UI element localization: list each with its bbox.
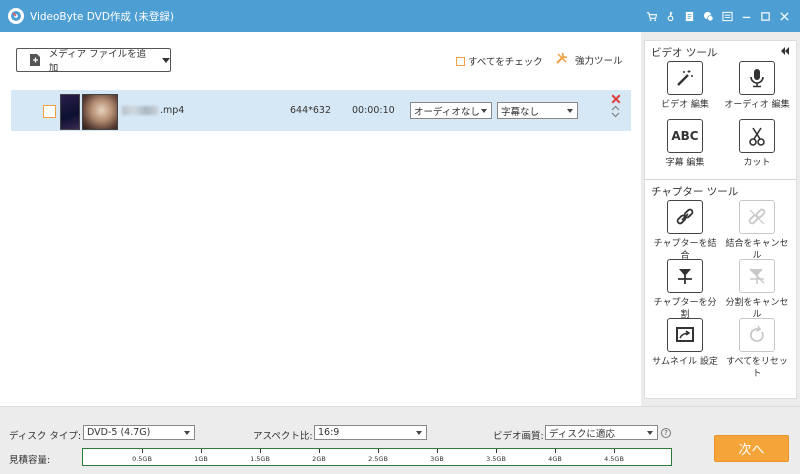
reset-all-tool[interactable]: すべてをリセット xyxy=(721,318,793,380)
help-icon[interactable]: ? xyxy=(661,428,671,438)
add-file-icon xyxy=(29,53,43,67)
chapter-tools-title: チャプター ツール xyxy=(651,186,739,198)
chevron-down-icon xyxy=(481,109,487,113)
minimize-icon[interactable] xyxy=(737,0,756,32)
split-icon[interactable] xyxy=(667,259,703,293)
file-name: .mp4 xyxy=(122,105,184,116)
video-quality-label: ビデオ画質: xyxy=(493,431,544,442)
capacity-tick: 3.5GB xyxy=(486,455,506,463)
next-button[interactable]: 次へ xyxy=(714,435,789,462)
menu-icon[interactable] xyxy=(718,0,737,32)
video-preview-thumbnail[interactable] xyxy=(82,94,118,130)
reset-icon[interactable] xyxy=(739,318,775,352)
scissors-icon[interactable] xyxy=(739,119,775,153)
cancel-merge-tool[interactable]: 結合をキャンセル xyxy=(721,200,793,262)
capacity-tick: 3GB xyxy=(430,455,444,463)
tool-label: カット xyxy=(743,158,771,168)
tool-label: オーディオ 編集 xyxy=(724,100,790,110)
abc-icon[interactable]: ABC xyxy=(667,119,703,153)
capacity-tick: 1GB xyxy=(194,455,208,463)
capacity-tick: 4.5GB xyxy=(604,455,624,463)
move-up-icon[interactable] xyxy=(611,105,620,111)
disc-type-select[interactable]: DVD-5 (4.7G) xyxy=(83,425,195,440)
aspect-ratio-label: アスペクト比: xyxy=(253,431,313,442)
redacted-filename xyxy=(122,106,158,115)
video-edit-tool[interactable]: ビデオ 編集 xyxy=(649,61,721,111)
tools-icon xyxy=(555,51,569,68)
link-icon[interactable] xyxy=(667,200,703,234)
chevron-down-icon xyxy=(184,431,190,435)
cancel-split-tool[interactable]: 分割をキャンセル xyxy=(721,259,793,321)
tool-label: ビデオ 編集 xyxy=(661,100,709,110)
tool-label: 字幕 編集 xyxy=(665,158,705,168)
thumbnail-setting-tool[interactable]: サムネイル 設定 xyxy=(649,318,721,368)
check-all-label[interactable]: すべてをチェック xyxy=(468,54,543,68)
title-bar: VideoByte DVD作成 (未登録) xyxy=(0,0,800,32)
cut-tool[interactable]: カット xyxy=(721,119,793,169)
check-all[interactable]: すべてをチェック xyxy=(456,54,543,68)
chevron-down-icon[interactable] xyxy=(162,57,170,63)
subtitle-select[interactable]: 字幕なし xyxy=(497,102,578,119)
audio-track-select[interactable]: オーディオなし xyxy=(410,102,492,119)
magic-wand-icon[interactable] xyxy=(667,61,703,95)
power-tools-button[interactable]: 強力ツール xyxy=(555,51,623,68)
power-tools-label[interactable]: 強力ツール xyxy=(575,53,623,67)
output-settings-bar: ディスク タイプ: DVD-5 (4.7G) アスペクト比: 16:9 ビデオ画… xyxy=(0,406,800,474)
chevron-down-icon xyxy=(647,431,653,435)
file-duration: 00:00:10 xyxy=(352,105,395,116)
app-logo-icon xyxy=(8,8,24,24)
tools-panel: ビデオ ツール ビデオ 編集 オーディオ 編集 ABC 字幕 編集 カット チャ… xyxy=(644,40,797,399)
add-media-button[interactable]: メディア ファイルを追加 xyxy=(16,48,171,74)
capacity-tick: 2GB xyxy=(312,455,326,463)
capacity-tick: 0.5GB xyxy=(132,455,152,463)
video-thumbnail xyxy=(60,94,80,130)
tool-label: すべてをリセット xyxy=(726,357,788,379)
disc-type-label: ディスク タイプ: xyxy=(9,431,82,442)
table-row[interactable]: .mp4 644*632 00:00:10 オーディオなし 字幕なし xyxy=(11,90,631,131)
subtitle-edit-tool[interactable]: ABC 字幕 編集 xyxy=(649,119,721,169)
split-chapter-tool[interactable]: チャプターを分割 xyxy=(649,259,721,321)
feedback-icon[interactable] xyxy=(699,0,718,32)
thumbnail-icon[interactable] xyxy=(667,318,703,352)
move-down-icon[interactable] xyxy=(611,112,620,118)
collapse-panel-icon[interactable] xyxy=(780,47,790,55)
window-title: VideoByte DVD作成 (未登録) xyxy=(30,10,174,23)
capacity-tick: 4GB xyxy=(548,455,562,463)
capacity-tick: 2.5GB xyxy=(368,455,388,463)
media-list-panel: メディア ファイルを追加 すべてをチェック 強力ツール .mp4 644*632… xyxy=(0,32,641,406)
video-quality-select[interactable]: ディスクに適応 xyxy=(545,425,658,440)
register-icon[interactable] xyxy=(680,0,699,32)
tool-label: サムネイル 設定 xyxy=(652,357,718,367)
add-media-label: メディア ファイルを追加 xyxy=(48,49,147,74)
unlink-icon[interactable] xyxy=(739,200,775,234)
file-resolution: 644*632 xyxy=(290,105,332,116)
audio-edit-tool[interactable]: オーディオ 編集 xyxy=(721,61,793,111)
microphone-icon[interactable] xyxy=(739,61,775,95)
capacity-tick: 1.5GB xyxy=(250,455,270,463)
close-icon[interactable] xyxy=(775,0,794,32)
section-divider xyxy=(645,179,796,180)
remove-file-icon[interactable] xyxy=(611,94,621,104)
cart-icon[interactable] xyxy=(642,0,661,32)
capacity-label: 見積容量: xyxy=(9,455,51,466)
video-tools-title: ビデオ ツール xyxy=(651,47,718,59)
aspect-ratio-select[interactable]: 16:9 xyxy=(314,425,427,440)
key-icon[interactable] xyxy=(661,0,680,32)
maximize-icon[interactable] xyxy=(756,0,775,32)
chevron-down-icon xyxy=(416,431,422,435)
merge-chapter-tool[interactable]: チャプターを結合 xyxy=(649,200,721,262)
check-all-checkbox[interactable] xyxy=(456,56,465,66)
file-checkbox[interactable] xyxy=(43,105,56,118)
cancel-split-icon[interactable] xyxy=(739,259,775,293)
chevron-down-icon xyxy=(567,109,573,113)
capacity-bar: 0.5GB 1GB 1.5GB 2GB 2.5GB 3GB 3.5GB 4GB … xyxy=(82,448,672,466)
